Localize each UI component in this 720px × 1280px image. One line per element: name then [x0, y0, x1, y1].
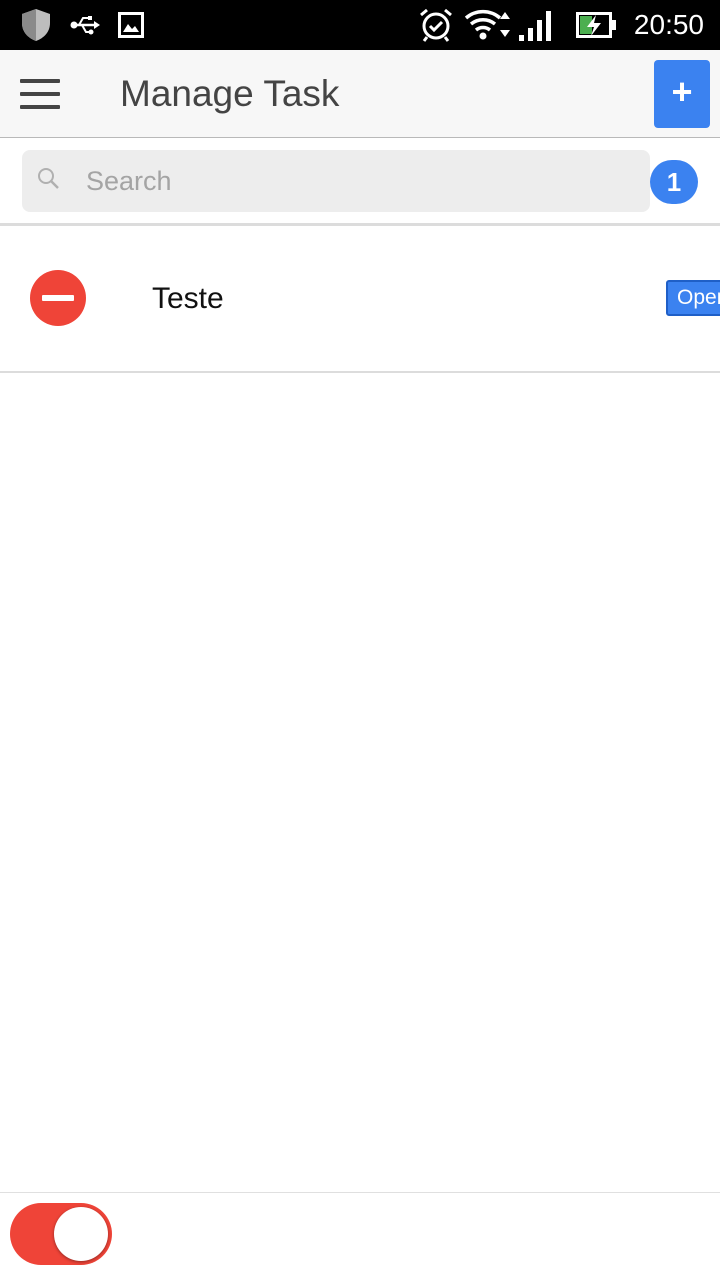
usb-icon	[70, 0, 100, 50]
task-count-badge: 1	[650, 160, 698, 204]
add-task-button[interactable]: +	[654, 60, 710, 128]
alarm-icon	[418, 0, 454, 50]
delete-task-button[interactable]	[30, 270, 86, 326]
task-name: Teste	[152, 282, 224, 315]
toggle-switch[interactable]	[10, 1203, 112, 1265]
task-row[interactable]: Teste Open	[0, 228, 720, 373]
minus-icon	[42, 295, 74, 301]
search-bar: 1	[0, 138, 720, 226]
wifi-icon	[464, 0, 514, 50]
status-bar: 20:50	[0, 0, 720, 50]
image-icon	[118, 0, 144, 50]
search-box[interactable]	[22, 150, 650, 212]
task-status-badge: Open	[666, 280, 720, 316]
search-input[interactable]	[86, 150, 636, 212]
battery-charging-icon	[576, 0, 618, 50]
app-header: Manage Task +	[0, 50, 720, 138]
signal-icon	[518, 0, 556, 50]
hamburger-menu-icon[interactable]	[20, 79, 60, 109]
toggle-knob	[54, 1207, 108, 1261]
footer-bar	[0, 1192, 720, 1280]
page-title: Manage Task	[120, 73, 340, 114]
search-icon	[38, 168, 59, 189]
app-screen: 20:50 Manage Task + 1 Teste Open	[0, 0, 720, 1280]
shield-icon	[20, 0, 52, 50]
status-time: 20:50	[633, 9, 704, 40]
